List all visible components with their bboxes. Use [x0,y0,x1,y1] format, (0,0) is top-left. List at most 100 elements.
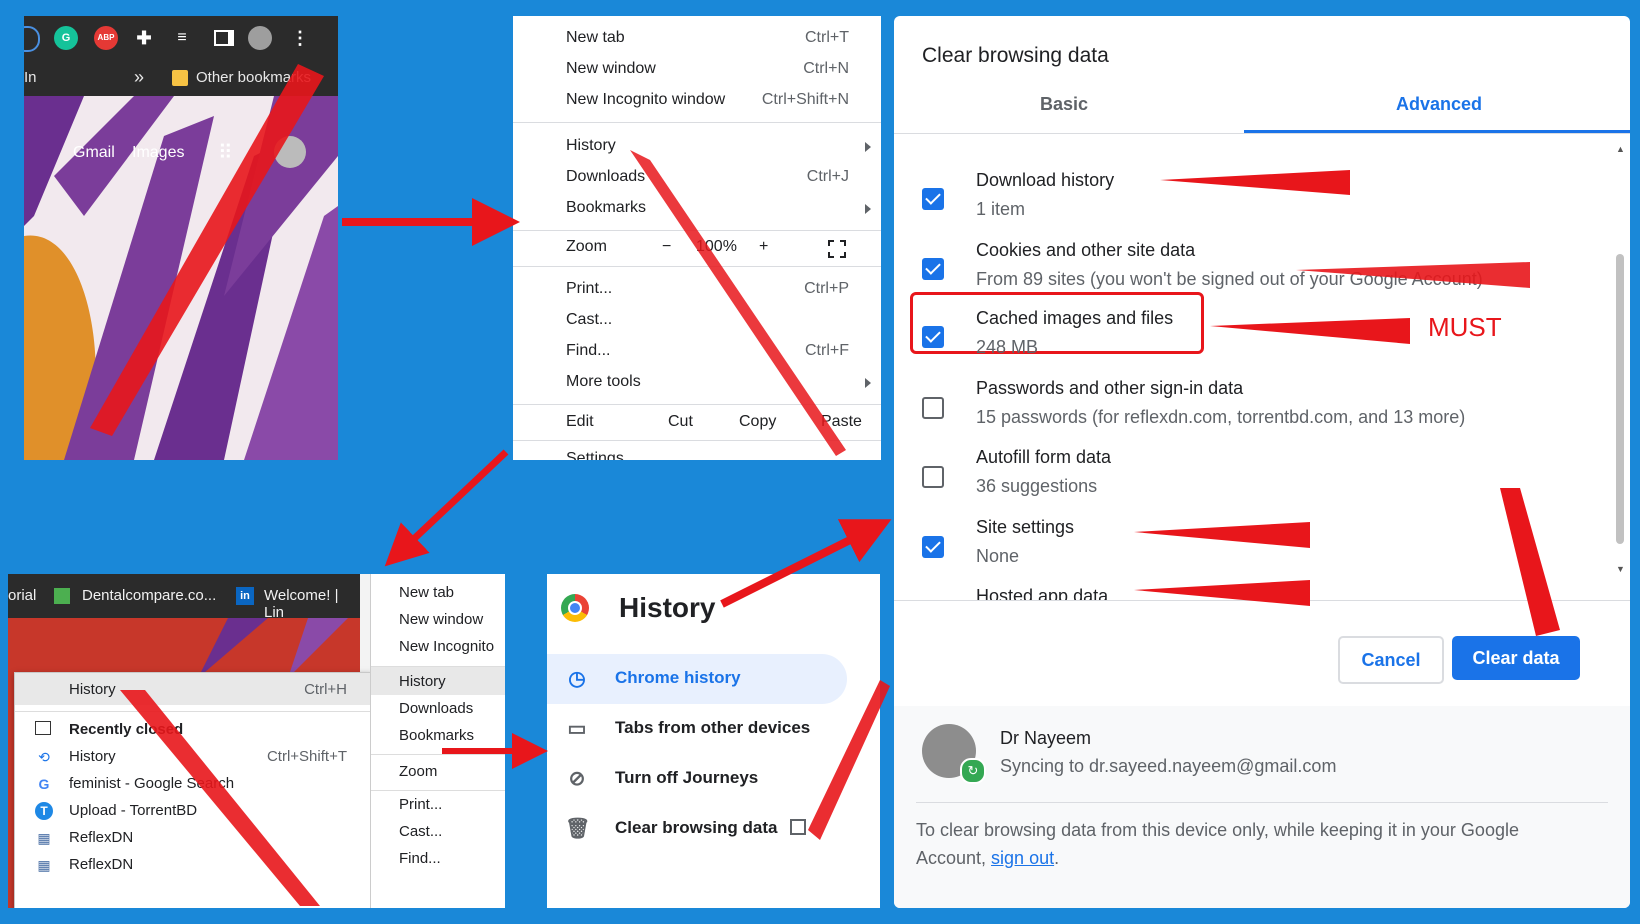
zoom-out-button[interactable]: − [662,238,671,256]
tab[interactable]: Welcome! | Lin [264,587,360,621]
zoom-row: Zoom − 100% + [513,230,881,266]
menu-bookmarks[interactable]: Bookmarks [399,727,474,744]
folder-icon [172,70,188,86]
cancel-button[interactable]: Cancel [1338,636,1444,684]
submenu-arrow-icon [865,378,871,388]
dental-favicon-icon [54,588,70,604]
checkbox-passwords[interactable] [922,397,944,419]
sign-out-link[interactable]: sign out [991,848,1054,868]
paste-button[interactable]: Paste [821,413,862,431]
sync-status: Syncing to dr.sayeed.nayeem@gmail.com [1000,756,1337,776]
item-title: Download history [976,170,1115,190]
menu-new-window[interactable]: New window [566,60,656,78]
menu-more-tools[interactable]: More tools [566,373,641,391]
menu-cast[interactable]: Cast... [399,823,442,840]
menu-bookmarks[interactable]: Bookmarks [566,199,646,217]
menu-history[interactable]: History [399,673,446,690]
menu-print[interactable]: Print... [399,796,442,813]
item-title: Autofill form data [976,447,1112,467]
item-subtitle: 248 MB [976,337,1039,357]
menu-new-tab[interactable]: New tab [566,29,625,47]
nav-label: Turn off Journeys [615,768,759,787]
external-link-icon [790,819,806,835]
menu-downloads[interactable]: Downloads [399,700,473,717]
checkbox-download-history[interactable] [922,188,944,210]
menu-downloads[interactable]: Downloads [566,168,645,186]
checkbox-autofill[interactable] [922,466,944,488]
torrentbd-icon: T [35,802,53,820]
nav-clear-browsing-data[interactable]: 🗑 Clear browsing data [547,804,880,854]
shortcut: Ctrl+P [804,280,849,297]
apps-grid-icon[interactable]: ⠿ [218,140,233,165]
nav-turn-off-journeys[interactable]: ⊘ Turn off Journeys [547,754,880,804]
tab-advanced[interactable]: Advanced [1396,94,1482,115]
more-menu-icon[interactable]: ⋮ [288,26,312,50]
shortcut: Ctrl+T [805,29,849,46]
adblock-icon[interactable]: ABP [94,26,118,50]
nav-label: Clear browsing data [615,818,778,837]
menu-divider [513,266,881,267]
nav-label: Chrome history [615,668,741,687]
devices-icon: ▭ [567,718,587,740]
extensions-icon[interactable]: ✚ [132,26,156,50]
scroll-down-icon[interactable]: ▼ [1616,564,1625,574]
recently-closed-header: Recently closed [69,721,184,738]
scroll-up-icon[interactable]: ▲ [1616,144,1625,154]
submenu-history-full[interactable]: History [69,748,116,765]
clear-data-button[interactable]: Clear data [1452,636,1580,680]
account-avatar[interactable] [274,136,306,168]
menu-history[interactable]: History [566,137,616,155]
profile-ring-icon[interactable] [24,26,40,52]
menu-find[interactable]: Find... [399,850,441,867]
menu-cast[interactable]: Cast... [566,311,612,329]
other-bookmarks[interactable]: Other bookmarks [196,69,311,86]
sidepanel-icon[interactable] [210,26,234,50]
media-icon[interactable]: ≡ [170,26,194,50]
zoom-label: Zoom [566,238,607,255]
checkbox-cached-images[interactable] [922,326,944,348]
copy-button[interactable]: Copy [739,413,776,431]
nav-tabs-other-devices[interactable]: ▭ Tabs from other devices [547,704,880,754]
gmail-link[interactable]: Gmail [73,144,115,162]
menu-new-tab[interactable]: New tab [399,584,454,601]
menu-settings[interactable]: Settings [566,450,624,460]
closed-tab-item[interactable]: ReflexDN [69,856,133,873]
footer-period: . [1054,848,1060,868]
menu-print[interactable]: Print... [566,280,612,298]
grammarly-icon[interactable]: G [54,26,78,50]
menu-new-window[interactable]: New window [399,611,483,628]
tab[interactable]: orial [8,587,36,604]
closed-tab-item[interactable]: feminist - Google Search [69,775,234,792]
menu-new-incognito[interactable]: New Incognito window [566,91,725,109]
zoom-in-button[interactable]: + [759,238,768,256]
tab[interactable]: Dentalcompare.co... [82,587,216,604]
menu-find[interactable]: Find... [566,342,610,360]
closed-tab-item[interactable]: Upload - TorrentBD [69,802,197,819]
checkbox-cookies[interactable] [922,258,944,280]
google-doodle-background: Gmail Images ⠿ [24,96,338,460]
images-link[interactable]: Images [132,144,184,162]
shortcut: Ctrl+H [304,681,347,698]
shortcut: Ctrl+J [806,168,849,185]
item-subtitle: 15 passwords (for reflexdn.com, torrentb… [976,407,1466,427]
closed-tab-item[interactable]: ReflexDN [69,829,133,846]
menu-new-incognito[interactable]: New Incognito [399,638,494,655]
tab-basic[interactable]: Basic [1040,94,1088,115]
shortcut: Ctrl+F [805,342,849,359]
profile-avatar-icon[interactable] [248,26,272,50]
zoom-level: 100% [696,238,737,255]
list-divider [894,600,1630,601]
bookmarks-overflow-icon[interactable]: » [134,67,144,88]
trash-icon: 🗑 [565,818,591,840]
submenu-history[interactable]: History [69,681,116,698]
cut-button[interactable]: Cut [668,413,693,431]
fullscreen-icon[interactable] [828,240,846,258]
item-title: Cookies and other site data [976,240,1196,260]
nav-chrome-history[interactable]: ◷ Chrome history [547,654,880,704]
scrollbar-thumb[interactable] [1616,254,1624,544]
menu-divider [513,440,881,441]
nav-label: Tabs from other devices [615,718,811,737]
scrollbar[interactable]: ▲ ▼ [1614,144,1626,584]
checkbox-site-settings[interactable] [922,536,944,558]
bookmark-item[interactable]: In [24,69,37,86]
